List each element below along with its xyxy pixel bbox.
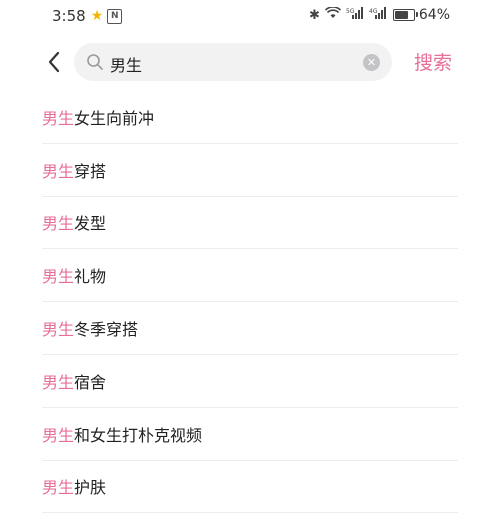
search-row: 男生 ✕ 搜索 [0,42,500,82]
suggestion-item[interactable]: 男生 女生向前冲 [42,91,458,144]
suggestion-item[interactable]: 男生 冬季穿搭 [42,302,458,355]
suggestion-text: 和女生打朴克视频 [74,425,203,445]
status-time: 3:58 [52,7,86,25]
network-5g-label: 5G [346,8,355,15]
close-icon: ✕ [366,56,377,69]
suggestion-highlight: 男生 [42,214,75,234]
suggestion-text: 女生向前冲 [74,108,155,128]
network-4g-label: 4G [369,8,378,15]
nfc-icon: N [107,8,123,24]
wifi-icon [324,6,341,23]
chevron-left-icon [48,51,60,73]
suggestion-highlight: 男生 [42,267,75,287]
suggestion-item[interactable]: 男生 护肤 [42,461,458,514]
suggestion-highlight: 男生 [42,161,75,181]
search-icon [87,54,103,70]
star-icon: ★ [90,8,104,24]
status-right: ✱ 5G 4G 64% [304,6,450,23]
status-bar: 3:58 ★ N ✱ 5G 4G 64% [0,0,500,34]
search-button[interactable]: 搜索 [414,48,452,75]
suggestion-highlight: 男生 [42,108,75,128]
status-left: 3:58 ★ N [52,7,123,25]
suggestion-list: 男生 女生向前冲 男生 穿搭 男生 发型 男生 礼物 男生 冬季穿搭 男生 宿舍 男生 和女生… [42,91,458,514]
suggestion-item[interactable]: 男生 穿搭 [42,144,458,197]
battery-fill [394,11,408,19]
suggestion-highlight: 男生 [42,425,75,445]
battery-icon [392,9,418,21]
suggestion-text: 礼物 [74,267,107,287]
suggestion-text: 发型 [74,214,107,234]
suggestion-highlight: 男生 [42,320,75,340]
battery-percent: 64% [418,7,450,23]
signal-4g-icon: 4G [369,7,387,23]
suggestion-item[interactable]: 男生 宿舍 [42,355,458,408]
suggestion-text: 冬季穿搭 [74,320,139,340]
search-input[interactable]: 男生 ✕ [74,43,392,81]
search-query: 男生 [110,56,143,75]
suggestion-item[interactable]: 男生 和女生打朴克视频 [42,408,458,461]
suggestion-highlight: 男生 [42,372,75,392]
signal-5g-icon: 5G [346,7,364,23]
bluetooth-icon: ✱ [308,7,320,23]
suggestion-text: 护肤 [74,478,107,498]
suggestion-item[interactable]: 男生 发型 [42,197,458,250]
suggestion-item[interactable]: 男生 礼物 [42,249,458,303]
back-button[interactable] [40,48,68,76]
suggestion-text: 穿搭 [74,161,107,181]
clear-button[interactable]: ✕ [363,54,380,71]
suggestion-highlight: 男生 [42,478,75,498]
suggestion-text: 宿舍 [74,372,107,392]
